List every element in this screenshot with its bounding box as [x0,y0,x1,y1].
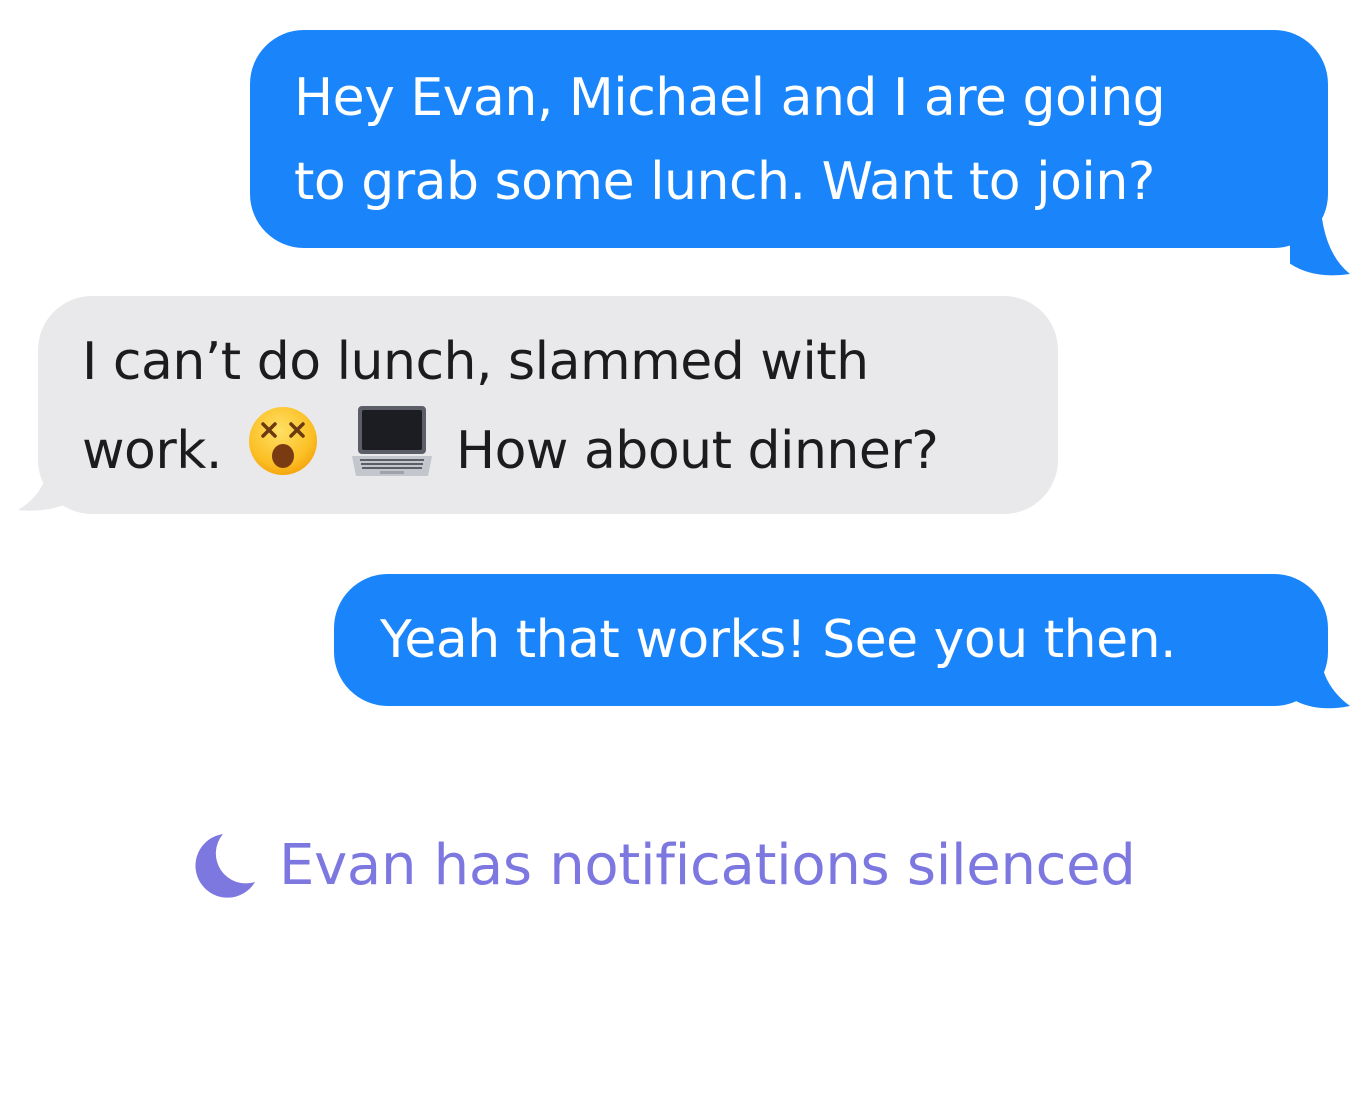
message-text: work. [82,421,222,481]
message-text-container: Hey Evan, Michael and I are going to gra… [250,30,1328,248]
message-text: How about dinner? [455,421,939,481]
message-text-container: I can’t do lunch, slammed with work. How… [38,296,1058,514]
message-line: I can’t do lunch, slammed with [82,332,869,392]
status-text: Evan has notifications silenced [279,832,1136,898]
message-bubble-received[interactable]: I can’t do lunch, slammed with work. How… [18,296,1058,514]
message-line: Hey Evan, Michael and I are going [294,68,1166,128]
message-bubble-sent[interactable]: Hey Evan, Michael and I are going to gra… [250,30,1350,276]
message-line: work. How about dinner? [82,404,1058,503]
message-thread: Hey Evan, Michael and I are going to gra… [0,0,1364,1112]
notifications-silenced-status: Evan has notifications silenced [195,830,1136,900]
laptop-emoji [351,404,432,503]
message-line: to grab some lunch. Want to join? [294,152,1155,212]
message-line: Yeah that works! See you then. [380,610,1177,670]
moon-icon [195,830,257,900]
dizzy-face-emoji [246,404,320,503]
message-bubble-sent[interactable]: Yeah that works! See you then. [334,574,1350,709]
message-text-container: Yeah that works! See you then. [334,574,1328,706]
